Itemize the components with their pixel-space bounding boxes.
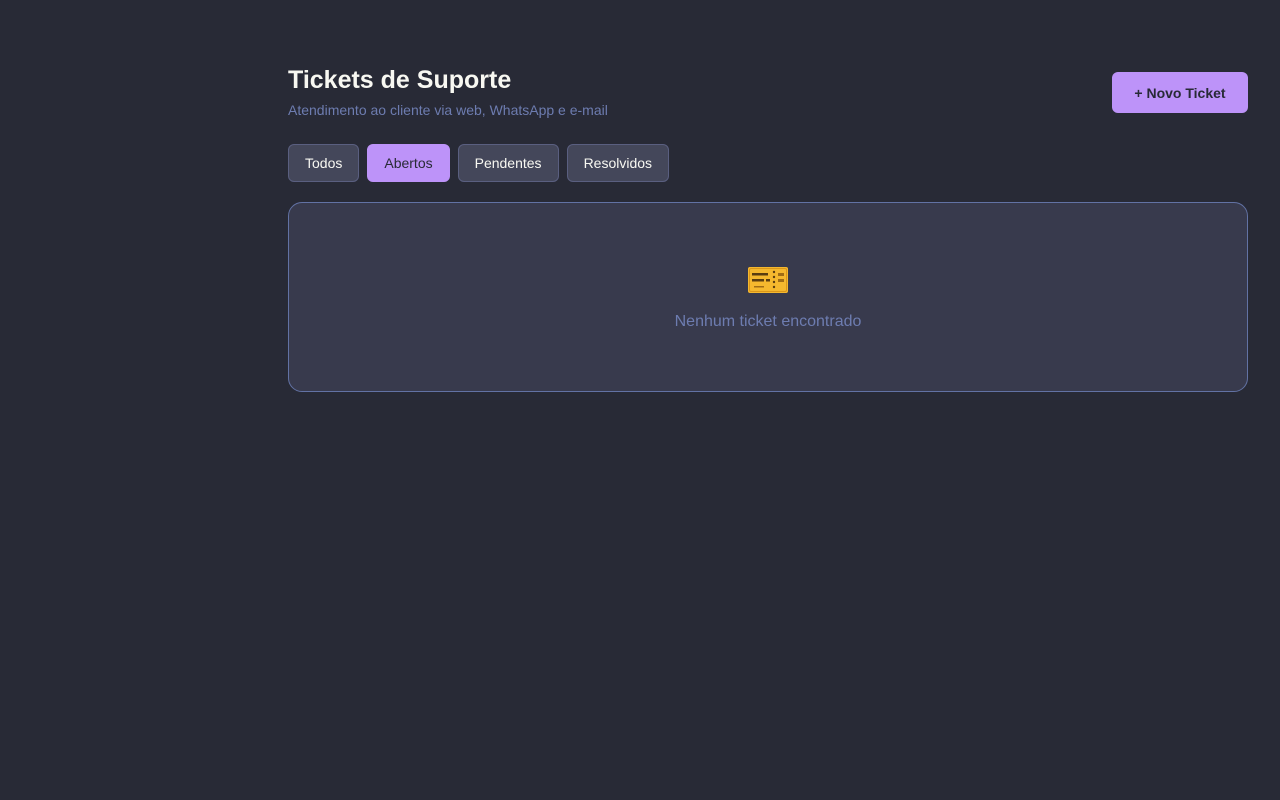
ticket-icon	[748, 267, 788, 293]
empty-state-panel: Nenhum ticket encontrado	[288, 202, 1248, 392]
page-title: Tickets de Suporte	[288, 66, 512, 94]
tab-abertos[interactable]: Abertos	[367, 144, 450, 182]
tab-todos[interactable]: Todos	[288, 144, 360, 182]
tab-resolvidos[interactable]: Resolvidos	[566, 144, 670, 182]
filter-tabs: Todos Abertos Pendentes Resolvidos	[288, 144, 1248, 182]
page-header: Tickets de Suporte Atendimento ao client…	[288, 64, 1248, 144]
empty-state-message: Nenhum ticket encontrado	[674, 313, 862, 330]
main-content: Tickets de Suporte Atendimento ao client…	[288, 64, 1248, 392]
new-ticket-button[interactable]: + Novo Ticket	[1112, 72, 1248, 113]
tab-pendentes[interactable]: Pendentes	[457, 144, 559, 182]
page-subtitle: Atendimento ao cliente via web, WhatsApp…	[288, 102, 608, 118]
